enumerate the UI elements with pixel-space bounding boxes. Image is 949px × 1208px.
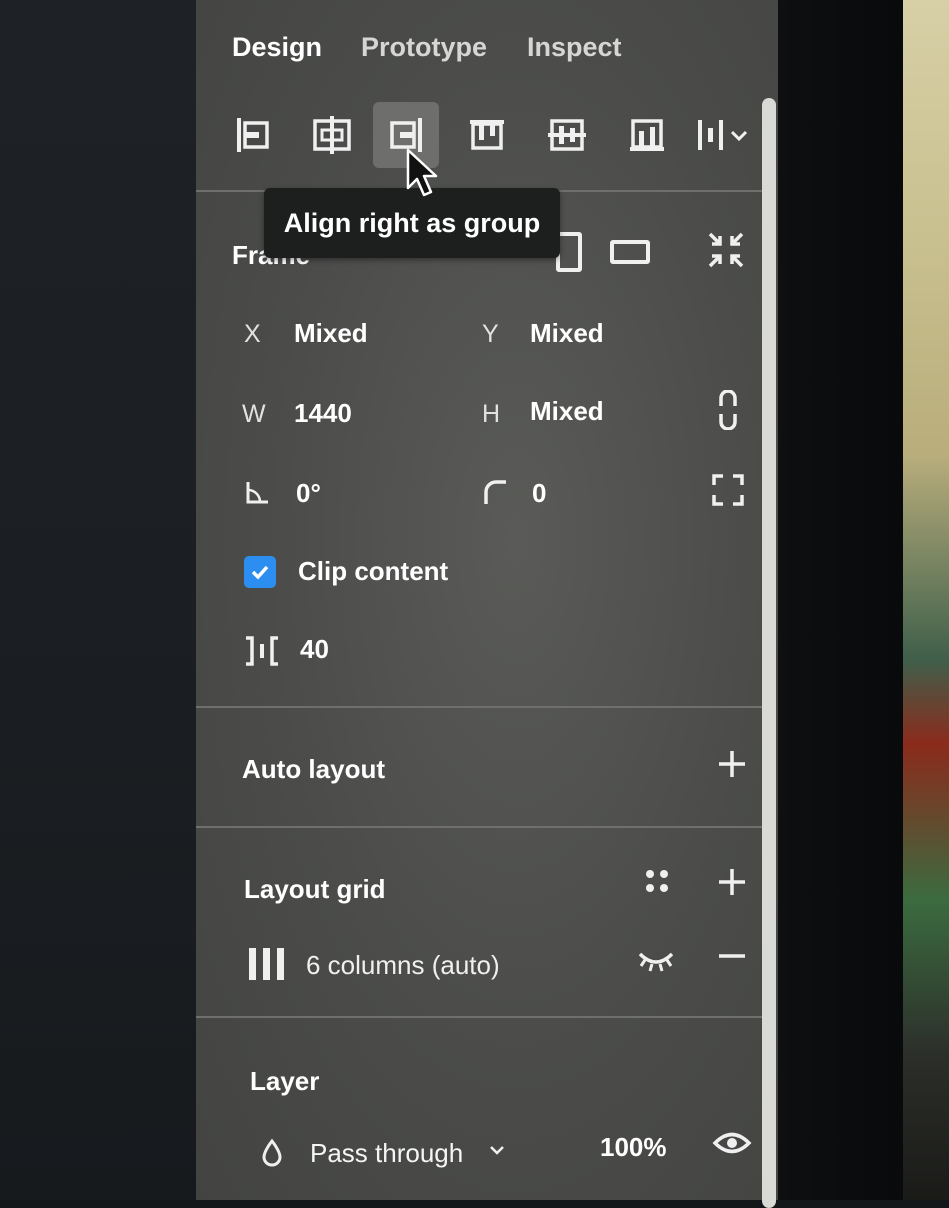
align-top-icon bbox=[470, 120, 504, 150]
align-bottom-icon bbox=[630, 119, 664, 151]
w-label: W bbox=[242, 400, 266, 428]
x-label: X bbox=[244, 320, 261, 348]
align-horizontal-center-button[interactable] bbox=[299, 102, 365, 168]
tab-prototype[interactable]: Prototype bbox=[361, 32, 487, 63]
columns-grid-icon[interactable] bbox=[246, 944, 288, 984]
add-auto-layout-icon[interactable] bbox=[716, 748, 748, 780]
h-input[interactable]: Mixed bbox=[530, 396, 604, 427]
layout-grid-divider bbox=[196, 1016, 768, 1018]
distribute-dropdown-button[interactable] bbox=[692, 102, 756, 168]
mouse-cursor-icon bbox=[406, 148, 438, 197]
layer-opacity-input[interactable]: 100% bbox=[600, 1132, 667, 1163]
constrain-proportions-icon[interactable] bbox=[716, 390, 740, 430]
auto-layout-divider bbox=[196, 826, 768, 828]
frame-divider bbox=[196, 706, 768, 708]
layout-grid-title: Layout grid bbox=[244, 874, 386, 904]
landscape-orientation-icon[interactable] bbox=[610, 240, 650, 264]
align-top-button[interactable] bbox=[454, 102, 520, 168]
auto-layout-title: Auto layout bbox=[242, 754, 385, 784]
layer-title: Layer bbox=[250, 1066, 320, 1096]
y-input[interactable]: Mixed bbox=[530, 318, 604, 349]
panel-scrollbar[interactable] bbox=[762, 98, 776, 1208]
resize-to-fit-icon[interactable] bbox=[706, 230, 746, 270]
spacing-input[interactable]: 40 bbox=[300, 634, 329, 665]
distribute-dropdown-icon bbox=[698, 120, 748, 150]
checkmark-icon bbox=[251, 565, 269, 580]
blend-mode-drop-icon bbox=[262, 1138, 282, 1167]
tab-design[interactable]: Design bbox=[232, 32, 322, 63]
align-bottom-button[interactable] bbox=[614, 102, 680, 168]
x-input[interactable]: Mixed bbox=[294, 318, 368, 349]
corner-radius-input[interactable]: 0 bbox=[532, 478, 546, 509]
layout-grid-item-label[interactable]: 6 columns (auto) bbox=[306, 950, 500, 981]
design-panel: Design Prototype Inspect Align right as … bbox=[196, 0, 778, 1208]
align-vertical-center-icon bbox=[548, 119, 586, 151]
rotation-input[interactable]: 0° bbox=[296, 478, 321, 509]
tab-inspect[interactable]: Inspect bbox=[527, 32, 622, 63]
blend-mode-select[interactable]: Pass through bbox=[310, 1138, 463, 1169]
rotation-icon bbox=[246, 482, 268, 504]
corner-radius-icon bbox=[484, 480, 506, 504]
y-label: Y bbox=[482, 320, 499, 348]
hidden-eye-icon[interactable] bbox=[636, 944, 676, 974]
h-label: H bbox=[482, 400, 501, 428]
clip-content-checkbox[interactable] bbox=[244, 556, 276, 588]
w-input[interactable]: 1440 bbox=[294, 398, 352, 429]
remove-layout-grid-icon[interactable] bbox=[716, 946, 748, 966]
monitor-bezel bbox=[778, 0, 903, 1200]
align-left-icon bbox=[237, 118, 269, 152]
background-scene bbox=[903, 0, 949, 1200]
add-layout-grid-icon[interactable] bbox=[716, 866, 748, 898]
chevron-down-icon[interactable] bbox=[488, 1142, 506, 1158]
align-vertical-center-button[interactable] bbox=[534, 102, 600, 168]
align-left-button[interactable] bbox=[220, 102, 286, 168]
align-horizontal-center-icon bbox=[313, 116, 351, 154]
grid-styles-icon[interactable] bbox=[642, 866, 672, 896]
independent-corners-icon[interactable] bbox=[710, 472, 746, 508]
canvas-area[interactable] bbox=[0, 0, 205, 1200]
clip-content-label: Clip content bbox=[298, 556, 449, 586]
spacing-icon bbox=[246, 636, 278, 666]
visibility-eye-icon[interactable] bbox=[712, 1128, 752, 1158]
